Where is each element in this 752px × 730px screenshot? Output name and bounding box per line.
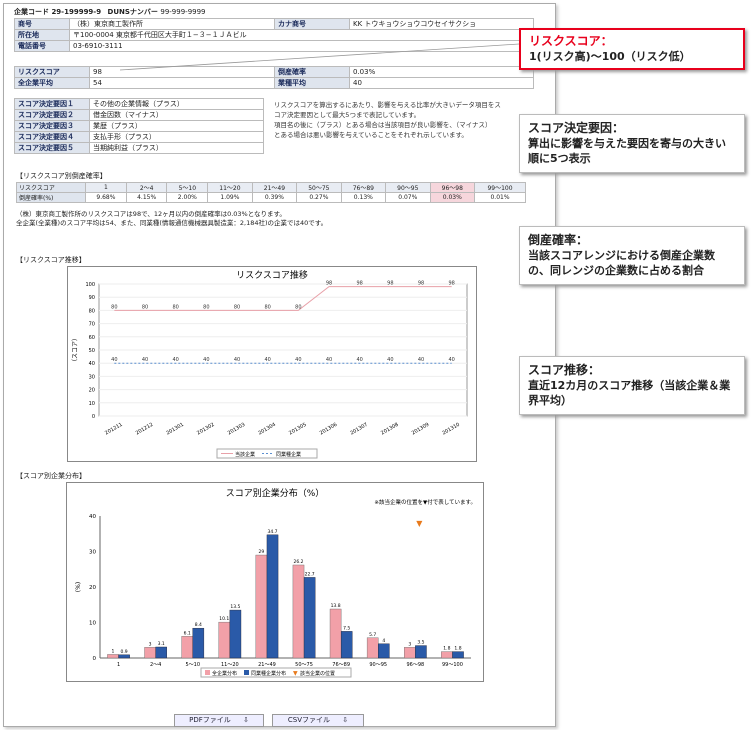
callout-body: 直近12カ月のスコア推移（当該企業＆業界平均） (528, 379, 731, 407)
callout-score-trend: スコア推移： 直近12カ月のスコア推移（当該企業＆業界平均） (519, 356, 745, 415)
connector-line (119, 43, 520, 71)
callout-risk-score: リスクスコア： 1(リスク高)〜100（リスク低） (519, 28, 745, 70)
callout-title: スコア決定要因： (528, 121, 625, 135)
callout-title: 倒産確率： (528, 233, 589, 247)
callout-bankrupt-rate: 倒産確率： 当該スコアレンジにおける倒産企業数の、同レンジの企業数に占める割合 (519, 226, 745, 285)
callout-body: 当該スコアレンジにおける倒産企業数の、同レンジの企業数に占める割合 (528, 249, 715, 277)
callout-score-factor: スコア決定要因： 算出に影響を与えた要因を寄与の大きい順に5つ表示 (519, 114, 745, 173)
callout-body: 1(リスク高)〜100（リスク低） (529, 50, 691, 63)
callout-body: 算出に影響を与えた要因を寄与の大きい順に5つ表示 (528, 137, 726, 165)
callout-title: スコア推移： (528, 363, 601, 377)
callout-title: リスクスコア： (529, 34, 613, 48)
